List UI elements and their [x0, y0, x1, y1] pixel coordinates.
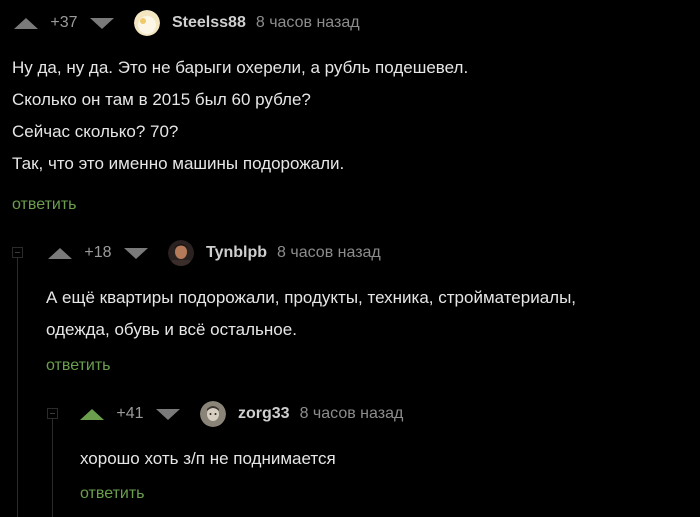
comment-rating: +37 [50, 14, 78, 31]
avatar[interactable] [134, 10, 160, 36]
comment-time[interactable]: 8 часов назад [256, 14, 360, 32]
comment-header: +41 zorg33 8 часов назад [80, 399, 403, 429]
collapse-branch-button[interactable] [47, 408, 58, 419]
downvote-icon[interactable] [156, 408, 180, 420]
comment-time[interactable]: 8 часов назад [277, 244, 381, 262]
comment-line: Сколько он там в 2015 был 60 рубле? [12, 90, 311, 109]
thread-branch-line[interactable] [17, 258, 18, 517]
thread-branch-line[interactable] [52, 419, 53, 517]
reply-button[interactable]: ответить [46, 357, 111, 375]
username[interactable]: zorg33 [238, 405, 290, 423]
comment-line: Ну да, ну да. Это не барыги охерели, а р… [12, 58, 469, 77]
comment-line: хорошо хоть з/п не поднимается [80, 449, 336, 468]
reply-button[interactable]: ответить [12, 196, 77, 214]
avatar[interactable] [200, 401, 226, 427]
comment-rating: +18 [84, 244, 112, 261]
collapse-branch-button[interactable] [12, 247, 23, 258]
downvote-icon[interactable] [124, 247, 148, 259]
comment-line: одежда, обувь и всё остальное. [46, 320, 297, 339]
comment-body: Ну да, ну да. Это не барыги охерели, а р… [12, 52, 468, 180]
minus-icon [15, 252, 20, 253]
comment-line: А ещё квартиры подорожали, продукты, тех… [46, 288, 577, 307]
comments-thread: +37 Steelss88 8 часов назад Ну да, ну да… [0, 0, 700, 517]
comment-header: +37 Steelss88 8 часов назад [14, 8, 360, 38]
upvote-icon[interactable] [14, 17, 38, 29]
comment-time[interactable]: 8 часов назад [300, 405, 404, 423]
avatar[interactable] [168, 240, 194, 266]
comment-body: А ещё квартиры подорожали, продукты, тех… [46, 282, 576, 346]
comment-line: Так, что это именно машины подорожали. [12, 154, 345, 173]
upvote-icon[interactable] [48, 247, 72, 259]
downvote-icon[interactable] [90, 17, 114, 29]
comment-header: +18 Tynblpb 8 часов назад [48, 238, 381, 268]
comment-rating: +41 [116, 405, 144, 422]
comment-line: Сейчас сколько? 70? [12, 122, 179, 141]
minus-icon [50, 413, 55, 414]
username[interactable]: Tynblpb [206, 244, 267, 262]
comment-body: хорошо хоть з/п не поднимается [80, 443, 336, 475]
username[interactable]: Steelss88 [172, 14, 246, 32]
upvote-icon[interactable] [80, 408, 104, 420]
reply-button[interactable]: ответить [80, 485, 145, 503]
